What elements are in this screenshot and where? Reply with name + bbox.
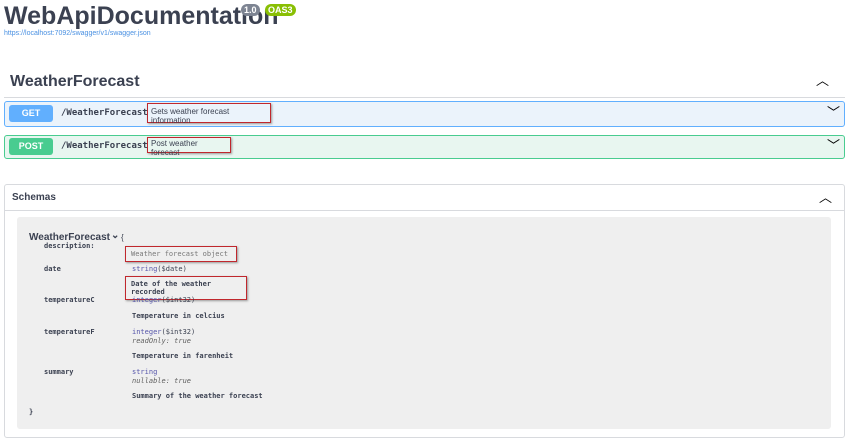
divider xyxy=(4,97,845,98)
prop-readonly: readOnly: true xyxy=(132,337,192,345)
prop-nullable: nullable: true xyxy=(132,377,192,385)
prop-name: summary xyxy=(44,368,74,376)
api-title: WebApiDocumentation xyxy=(4,2,279,30)
chevron-down-icon[interactable]: ⌄ xyxy=(111,230,119,241)
prop-description: Summary of the weather forecast xyxy=(132,392,263,400)
operation-path: /WeatherForecast xyxy=(61,108,148,118)
chevron-up-icon[interactable]: ︿ xyxy=(819,191,832,204)
chevron-down-icon[interactable]: ﹀ xyxy=(827,106,840,119)
prop-type: integer($int32) xyxy=(132,296,196,304)
version-badge: 1.0 xyxy=(241,4,260,16)
description-label: description: xyxy=(44,242,95,250)
operation-get[interactable]: GET /WeatherForecast Gets weather foreca… xyxy=(4,101,845,127)
operation-path: /WeatherForecast xyxy=(61,141,148,151)
open-brace: { xyxy=(121,233,124,242)
schemas-heading[interactable]: Schemas xyxy=(12,192,56,203)
close-brace: } xyxy=(29,408,34,416)
prop-type: integer($int32) xyxy=(132,328,196,336)
oas-badge: OAS3 xyxy=(265,4,296,16)
schemas-section: Schemas ︿ WeatherForecast ⌄ { descriptio… xyxy=(4,184,845,438)
chevron-up-icon[interactable]: ︿ xyxy=(816,74,829,87)
tag-heading[interactable]: WeatherForecast xyxy=(10,73,140,91)
prop-type: string xyxy=(132,368,158,376)
method-badge: GET xyxy=(9,105,53,122)
spec-url-link[interactable]: https://localhost:7092/swagger/v1/swagge… xyxy=(4,30,151,37)
operation-summary: Post weather forecast xyxy=(147,137,231,157)
prop-name: temperatureC xyxy=(44,296,95,304)
prop-name: date xyxy=(44,265,61,273)
operation-summary: Gets weather forecast information xyxy=(147,103,271,125)
chevron-down-icon[interactable]: ﹀ xyxy=(827,139,840,152)
method-badge: POST xyxy=(9,138,53,155)
model-description: Weather forecast object xyxy=(125,246,237,262)
operation-post[interactable]: POST /WeatherForecast Post weather forec… xyxy=(4,135,845,159)
prop-name: temperatureF xyxy=(44,328,95,336)
prop-description: Temperature in farenheit xyxy=(132,352,234,360)
model-box: WeatherForecast ⌄ { description: Weather… xyxy=(17,217,831,429)
prop-description: Temperature in celcius xyxy=(132,312,225,320)
divider xyxy=(5,210,844,211)
prop-type: string($date) xyxy=(132,265,187,273)
